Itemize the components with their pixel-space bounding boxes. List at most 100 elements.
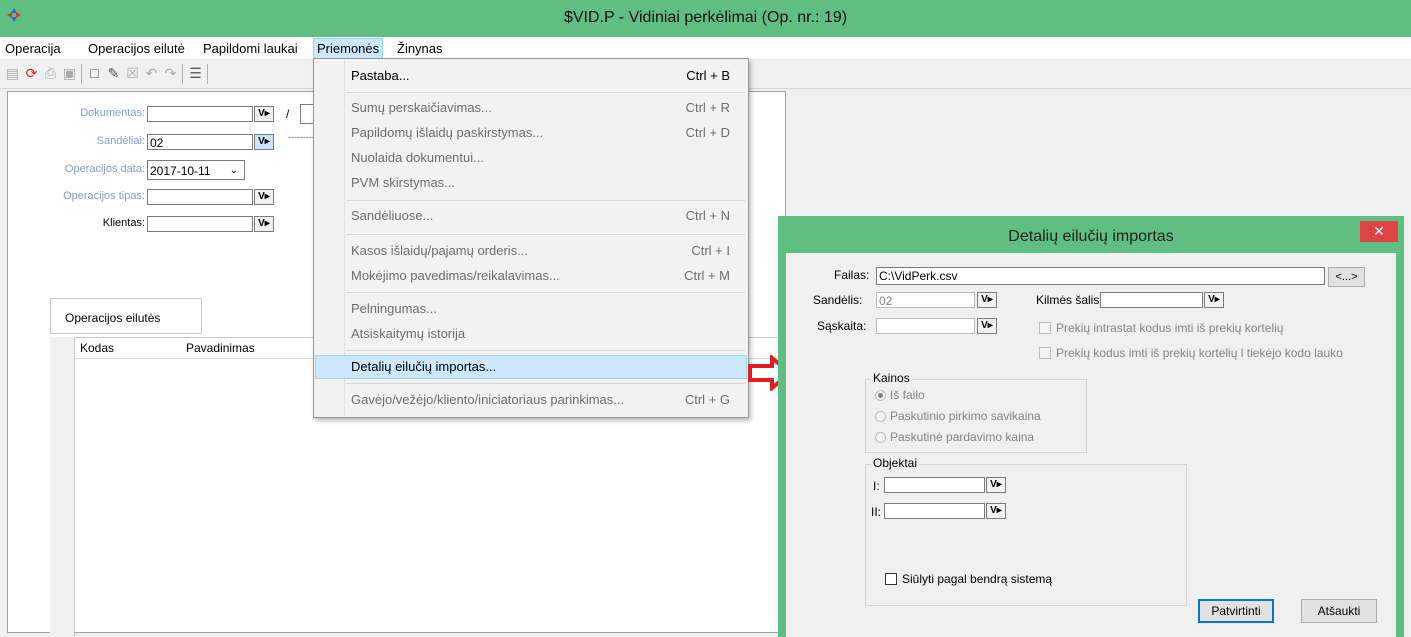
menu-item-mokejimo-pavedimas[interactable]: Mokėjimo pavedimas/reikalavimas... Ctrl … <box>314 265 748 287</box>
menu-item-detaliu-eiluciu-importas[interactable]: Detalių eilučių importas... <box>315 355 747 379</box>
menu-priemones[interactable]: Priemonės <box>313 38 384 59</box>
kilmes-salis-dropdown-button[interactable]: V▸ <box>1204 292 1224 308</box>
browse-button[interactable]: <...> <box>1328 267 1365 287</box>
dokumentas-label: Dokumentas: <box>80 107 145 119</box>
dialog-title: Detalių eilučių importas <box>1008 228 1174 245</box>
columns-icon[interactable]: ☰ <box>187 65 204 82</box>
menu-separator <box>346 383 745 384</box>
new-document-icon[interactable]: □ <box>86 65 103 82</box>
radio-is-failo[interactable] <box>875 390 886 401</box>
menu-item-shortcut: Ctrl + M <box>684 268 730 283</box>
menu-operacija[interactable]: Operacija <box>2 40 64 58</box>
radio-paskutinio-pirkimo[interactable] <box>875 411 886 422</box>
delete-icon[interactable]: ☒ <box>124 65 141 82</box>
operacijos-data-value: 2017-10-11 <box>150 164 211 178</box>
menu-bar: Operacija Operacijos eilutė Papildomi la… <box>0 37 1411 60</box>
saskaita-label: Sąskaita: <box>817 319 867 333</box>
menu-item-label: Mokėjimo pavedimas/reikalavimas... <box>351 268 560 283</box>
column-kodas[interactable]: Kodas <box>80 341 114 355</box>
close-button[interactable]: ✕ <box>1360 221 1398 242</box>
menu-item-shortcut: Ctrl + I <box>691 243 730 258</box>
sandelis-field[interactable]: 02 <box>876 292 975 308</box>
export-icon[interactable]: ▣ <box>61 65 78 82</box>
operacijos-data-field[interactable]: 2017-10-11 ⌄ <box>147 160 245 180</box>
menu-item-shortcut: Ctrl + D <box>685 125 730 140</box>
menu-item-kasos-orderis[interactable]: Kasos išlaidų/pajamų orderis... Ctrl + I <box>314 240 748 262</box>
menu-item-nuolaida[interactable]: Nuolaida dokumentui... <box>314 147 748 169</box>
toolbar-separator <box>182 64 183 84</box>
objektai-ii-label: II: <box>871 505 882 519</box>
radio-paskutinio-pirkimo-label: Paskutinio pirkimo savikaina <box>890 409 1041 423</box>
sandelis-dropdown-button[interactable]: V▸ <box>977 292 997 308</box>
menu-item-label: Pelningumas... <box>351 301 437 316</box>
dialog-body: Failas: C:\VidPerk.csv <...> Sandėlis: 0… <box>786 253 1396 637</box>
toolbar-separator <box>207 64 208 84</box>
radio-paskutine-pardavimo-label: Paskutinė pardavimo kaina <box>890 430 1035 444</box>
siulyti-label: Siūlyti pagal bendrą sistemą <box>902 572 1053 586</box>
menu-item-gavejo-parinkimas[interactable]: Gavėjo/vežėjo/kliento/iniciatoriaus pari… <box>314 389 748 411</box>
operacijos-tipas-label: Operacijos tipas: <box>63 190 145 202</box>
redo-icon[interactable]: ↷ <box>162 65 179 82</box>
kodus-checkbox[interactable] <box>1039 347 1051 359</box>
menu-separator <box>346 92 745 93</box>
dokumentas-dropdown-button[interactable]: V▸ <box>254 106 274 122</box>
title-bar: $VID.P - Vidiniai perkėlimai (Op. nr.: 1… <box>0 0 1411 37</box>
objektai-i-label: I: <box>873 479 880 493</box>
menu-item-label: Nuolaida dokumentui... <box>351 150 484 165</box>
failas-field[interactable]: C:\VidPerk.csv <box>876 267 1325 285</box>
kilmes-salis-field[interactable] <box>1100 292 1203 308</box>
patvirtinti-button[interactable]: Patvirtinti <box>1198 599 1274 623</box>
radio-paskutine-pardavimo[interactable] <box>875 432 886 443</box>
operacijos-tipas-dropdown-button[interactable]: V▸ <box>254 189 274 205</box>
tab-operacijos-eilutes[interactable]: Operacijos eilutės <box>50 298 202 334</box>
close-icon: ✕ <box>1373 223 1385 239</box>
dokumentas-number-field[interactable] <box>300 104 314 124</box>
menu-item-pelningumas[interactable]: Pelningumas... <box>314 298 748 320</box>
window-title: $VID.P - Vidiniai perkėlimai (Op. nr.: 1… <box>563 9 848 26</box>
atsaukti-button[interactable]: Atšaukti <box>1301 599 1377 623</box>
menu-item-shortcut: Ctrl + N <box>685 208 730 223</box>
objektai-i-field[interactable] <box>884 477 985 493</box>
saskaita-field[interactable] <box>876 318 975 334</box>
objektai-ii-dropdown-button[interactable]: V▸ <box>986 503 1006 519</box>
priemones-menu: Pastaba... Ctrl + B Sumų perskaičiavimas… <box>313 58 749 418</box>
menu-item-shortcut: Ctrl + G <box>684 392 730 407</box>
saskaita-dropdown-button[interactable]: V▸ <box>977 318 997 334</box>
sandeliai-dropdown-button[interactable]: V▸ <box>254 134 274 150</box>
grid-row-header <box>50 337 75 637</box>
menu-item-sumu-perskaiciavimas[interactable]: Sumų perskaičiavimas... Ctrl + R <box>314 97 748 119</box>
menu-item-shortcut: Ctrl + B <box>686 68 730 83</box>
menu-item-atsiskaitymu-istorija[interactable]: Atsiskaitymų istorija <box>314 323 748 345</box>
print-icon[interactable]: ⎙ <box>42 65 59 82</box>
import-dialog: Detalių eilučių importas ✕ Failas: C:\Vi… <box>778 216 1404 637</box>
column-pavadinimas[interactable]: Pavadinimas <box>186 341 255 355</box>
kodus-label: Prekių kodus imti iš prekių kortelių l t… <box>1056 346 1343 360</box>
menu-operacijos-eilute[interactable]: Operacijos eilutė <box>85 40 188 58</box>
menu-item-label: Pastaba... <box>351 68 410 83</box>
menu-item-papildomu-islaidu[interactable]: Papildomų išlaidų paskirstymas... Ctrl +… <box>314 122 748 144</box>
objektai-ii-field[interactable] <box>884 503 985 519</box>
menu-papildomi-laukai[interactable]: Papildomi laukai <box>200 40 301 58</box>
siulyti-checkbox[interactable] <box>885 573 897 585</box>
refresh-icon[interactable]: ⟳ <box>23 65 40 82</box>
menu-item-pastaba[interactable]: Pastaba... Ctrl + B <box>314 65 748 87</box>
operacijos-tipas-field[interactable] <box>147 189 253 205</box>
undo-icon[interactable]: ↶ <box>143 65 160 82</box>
objektai-i-dropdown-button[interactable]: V▸ <box>986 477 1006 493</box>
toolbar-separator <box>81 64 82 84</box>
menu-item-label: Gavėjo/vežėjo/kliento/iniciatoriaus pari… <box>351 392 625 407</box>
menu-separator <box>346 200 745 201</box>
menu-item-label: Sumų perskaičiavimas... <box>351 100 492 115</box>
edit-icon[interactable]: ✎ <box>105 65 122 82</box>
intrastat-checkbox[interactable] <box>1039 322 1051 334</box>
kilmes-salis-label: Kilmės šalis: <box>1036 293 1103 307</box>
klientas-dropdown-button[interactable]: V▸ <box>254 216 274 232</box>
menu-zinynas[interactable]: Žinynas <box>394 40 446 58</box>
menu-item-shortcut: Ctrl + R <box>685 100 730 115</box>
book-icon[interactable]: ▤ <box>4 65 21 82</box>
sandeliai-field[interactable]: 02 <box>147 134 253 150</box>
menu-item-sandeliuose[interactable]: Sandėliuose... Ctrl + N <box>314 205 748 227</box>
menu-item-pvm-skirstymas[interactable]: PVM skirstymas... <box>314 172 748 194</box>
klientas-field[interactable] <box>147 216 253 232</box>
dokumentas-field[interactable] <box>147 106 253 122</box>
